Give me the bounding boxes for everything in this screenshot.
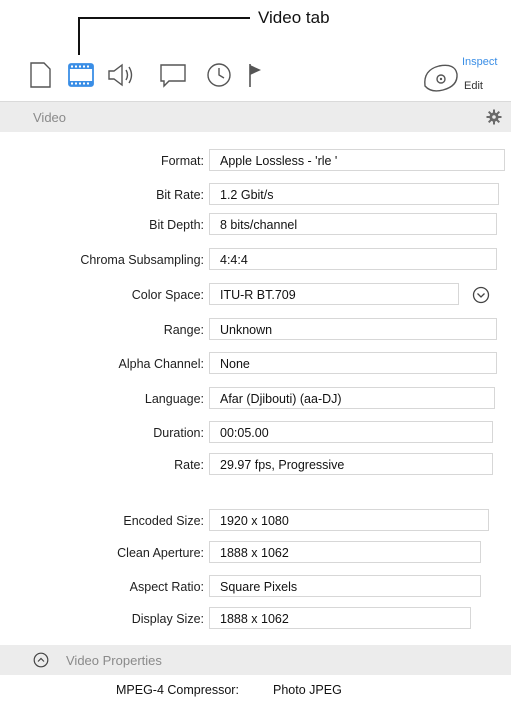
edit-label[interactable]: Edit (464, 80, 483, 92)
field-row-alpha-channel: Alpha Channel: None (0, 352, 511, 376)
field-label: Duration: (153, 426, 204, 440)
caption-bubble-icon[interactable] (158, 60, 188, 90)
document-icon[interactable] (26, 60, 56, 90)
field-row-encoded-size: Encoded Size: 1920 x 1080 (0, 509, 511, 533)
field-label: Clean Aperture: (117, 546, 204, 560)
clock-icon[interactable] (204, 60, 234, 90)
rate-field[interactable]: 29.97 fps, Progressive (209, 453, 493, 475)
field-row-clean-aperture: Clean Aperture: 1888 x 1062 (0, 541, 511, 565)
property-value: Photo JPEG (273, 683, 342, 697)
color-space-field[interactable]: ITU-R BT.709 (209, 283, 459, 305)
chevron-up-icon[interactable] (33, 652, 49, 668)
field-label: Alpha Channel: (118, 357, 204, 371)
range-field[interactable]: Unknown (209, 318, 497, 340)
chevron-down-icon[interactable] (472, 286, 490, 304)
field-row-language: Language: Afar (Djibouti) (aa-DJ) (0, 387, 511, 411)
field-label: Range: (163, 323, 204, 337)
duration-field[interactable]: 00:05.00 (209, 421, 493, 443)
film-icon[interactable] (66, 60, 96, 90)
property-key: MPEG-4 Compressor: (116, 683, 239, 697)
field-row-rate: Rate: 29.97 fps, Progressive (0, 453, 511, 477)
video-properties-title: Video Properties (66, 653, 162, 668)
field-label: Chroma Subsampling: (80, 253, 204, 267)
field-label: Bit Rate: (156, 188, 204, 202)
video-section-header: Video (0, 101, 511, 132)
alpha-channel-field[interactable]: None (209, 352, 497, 374)
aspect-ratio-field[interactable]: Square Pixels (209, 575, 481, 597)
speaker-icon[interactable] (105, 60, 135, 90)
field-row-duration: Duration: 00:05.00 (0, 421, 511, 445)
chroma-subsampling-field[interactable]: 4:4:4 (209, 248, 497, 270)
inspect-edit-toggle[interactable]: Inspect Edit (421, 54, 511, 96)
clean-aperture-field[interactable]: 1888 x 1062 (209, 541, 481, 563)
field-row-bit-rate: Bit Rate: 1.2 Gbit/s (0, 183, 511, 207)
inspector-toolbar: Inspect Edit (0, 50, 511, 100)
callout-line-horizontal (78, 17, 250, 19)
field-label: Aspect Ratio: (129, 580, 204, 594)
display-size-field[interactable]: 1888 x 1062 (209, 607, 471, 629)
field-label: Rate: (174, 458, 204, 472)
field-row-format: Format: Apple Lossless - 'rle ' (0, 149, 511, 173)
flag-icon[interactable] (242, 60, 272, 90)
field-row-display-size: Display Size: 1888 x 1062 (0, 607, 511, 631)
format-field[interactable]: Apple Lossless - 'rle ' (209, 149, 505, 171)
field-label: Encoded Size: (123, 514, 204, 528)
bit-rate-field[interactable]: 1.2 Gbit/s (209, 183, 499, 205)
field-label: Language: (144, 392, 204, 406)
callout-label: Video tab (258, 8, 330, 27)
field-row-range: Range: Unknown (0, 318, 511, 342)
field-label: Display Size: (131, 612, 204, 626)
video-properties-header[interactable]: Video Properties (0, 645, 511, 675)
field-label: Format: (160, 154, 204, 168)
field-row-color-space: Color Space: ITU-R BT.709 (0, 283, 511, 307)
gear-icon[interactable] (486, 109, 502, 125)
field-row-chroma-subsampling: Chroma Subsampling: 4:4:4 (0, 248, 511, 272)
inspect-label[interactable]: Inspect (462, 56, 497, 68)
field-label: Bit Depth: (149, 218, 204, 232)
lens-icon (424, 64, 458, 92)
field-row-bit-depth: Bit Depth: 8 bits/channel (0, 213, 511, 237)
bit-depth-field[interactable]: 8 bits/channel (209, 213, 497, 235)
section-title: Video (33, 110, 67, 125)
language-field[interactable]: Afar (Djibouti) (aa-DJ) (209, 387, 495, 409)
encoded-size-field[interactable]: 1920 x 1080 (209, 509, 489, 531)
field-label: Color Space: (131, 288, 204, 302)
field-row-aspect-ratio: Aspect Ratio: Square Pixels (0, 575, 511, 599)
